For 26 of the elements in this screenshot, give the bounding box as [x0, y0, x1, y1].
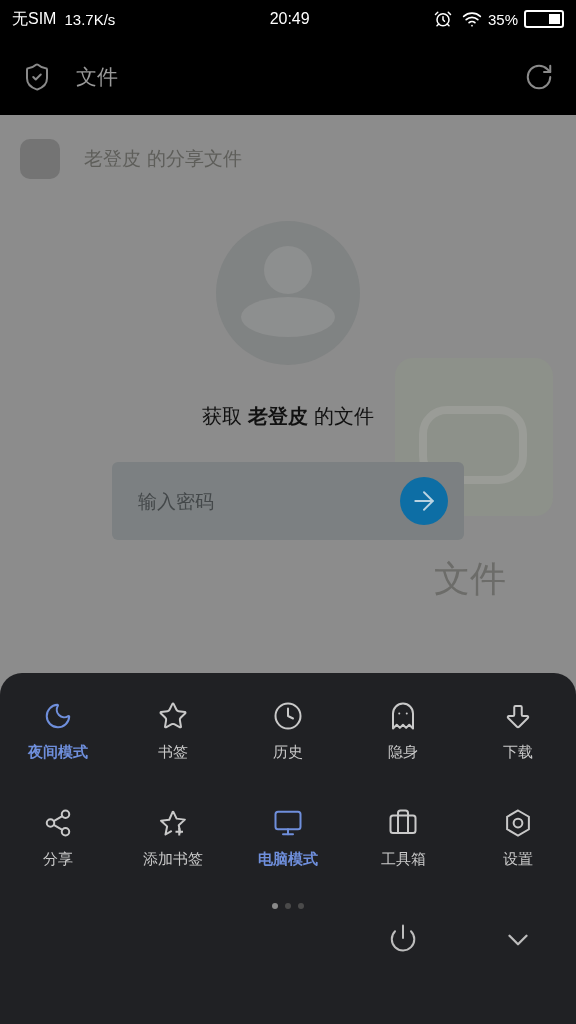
page-title: 文件	[76, 63, 118, 91]
menu-item[interactable]: 工具箱	[345, 808, 461, 869]
battery-icon	[524, 10, 564, 28]
battery-percent: 35%	[487, 10, 518, 28]
menu-item[interactable]: 电脑模式	[230, 808, 346, 869]
menu-item[interactable]: 添加书签	[115, 808, 231, 869]
star-plus-icon	[157, 808, 188, 838]
owner-avatar-icon	[18, 137, 62, 181]
menu-item[interactable]: 历史	[230, 701, 346, 762]
password-field[interactable]: 输入密码	[136, 489, 336, 513]
clock-icon	[273, 701, 303, 731]
network-speed: 13.7K/s	[64, 10, 116, 28]
prompt-text: 获取 老登皮 的文件	[201, 403, 375, 430]
menu-item[interactable]: 设置	[460, 808, 576, 869]
clock-time: 20:49	[269, 10, 310, 28]
star-icon	[157, 701, 188, 731]
menu-item[interactable]: 书签	[115, 701, 231, 762]
menu-item[interactable]: 夜间模式	[0, 701, 116, 762]
monitor-icon	[273, 808, 303, 838]
carrier-text: 无SIM	[12, 8, 57, 29]
menu-item[interactable]: 分享	[0, 808, 116, 869]
wifi-icon	[461, 9, 482, 29]
menu-item[interactable]: 隐身	[345, 701, 461, 762]
alarm-icon	[433, 10, 452, 28]
submit-button[interactable]	[400, 477, 448, 525]
menu-item[interactable]: 下载	[460, 701, 576, 762]
